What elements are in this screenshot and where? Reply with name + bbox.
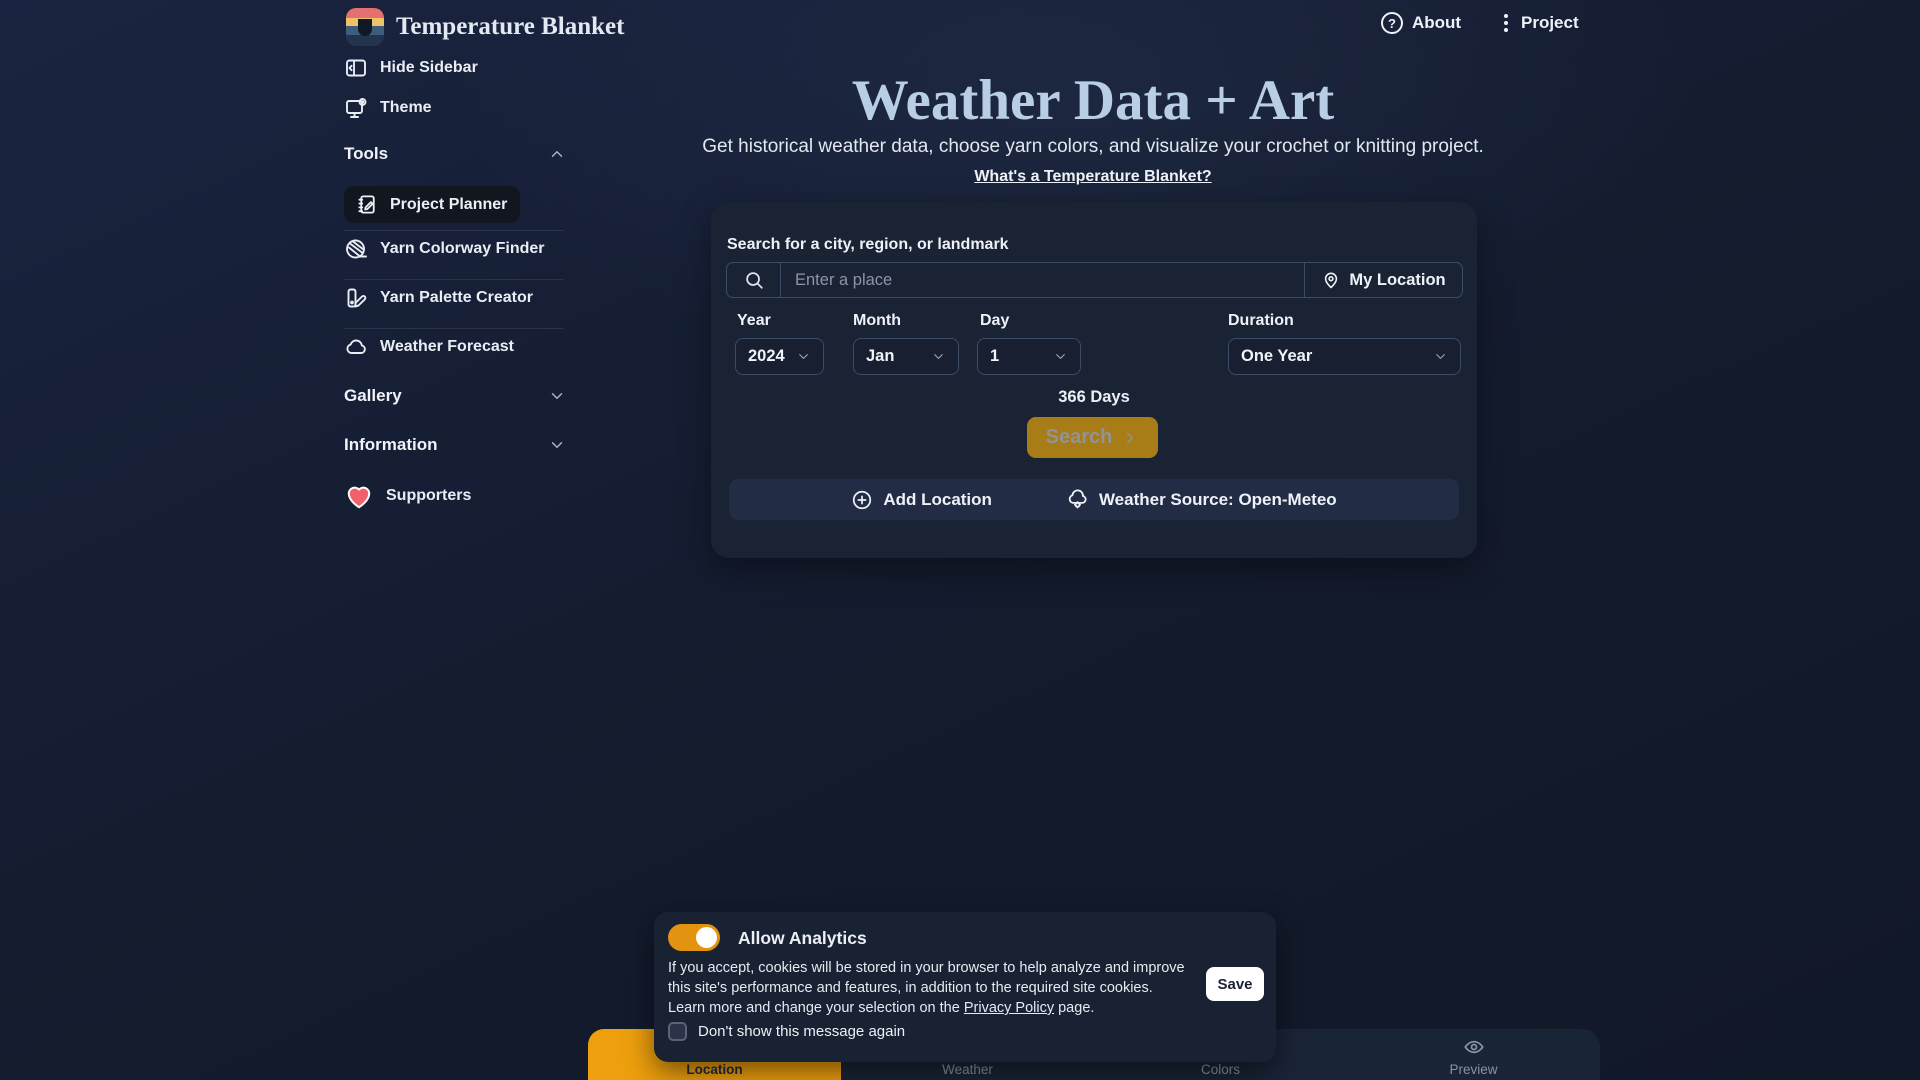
save-button[interactable]: Save [1206, 967, 1264, 1001]
month-label: Month [853, 312, 901, 330]
month-value: Jan [866, 347, 894, 366]
page-subtitle: Get historical weather data, choose yarn… [560, 136, 1626, 158]
chevron-down-icon [796, 349, 811, 364]
duration-value: One Year [1241, 347, 1312, 366]
cookie-message: If you accept, cookies will be stored in… [668, 958, 1188, 1018]
sidebar-item-supporters[interactable]: Supporters [344, 481, 566, 511]
yarn-ball-icon [344, 237, 368, 261]
place-search-input[interactable] [781, 263, 1304, 297]
palette-icon [344, 286, 368, 310]
duration-select[interactable]: One Year [1228, 338, 1461, 375]
cloud-gear-icon [1066, 488, 1089, 511]
brand: Temperature Blanket [346, 8, 624, 46]
chevron-down-icon [548, 436, 566, 454]
divider [344, 279, 564, 280]
theme-label: Theme [380, 99, 432, 117]
search-icon [743, 269, 765, 291]
weather-source-button[interactable]: Weather Source: Open-Meteo [1066, 488, 1337, 511]
sidebar-item-weather-forecast[interactable]: Weather Forecast [344, 335, 566, 359]
chevron-down-icon [548, 387, 566, 405]
divider [344, 230, 564, 231]
sidebar-item-label: Yarn Colorway Finder [380, 240, 544, 258]
day-label: Day [980, 312, 1009, 330]
eye-icon [1463, 1036, 1485, 1058]
allow-analytics-toggle[interactable] [668, 924, 720, 951]
allow-analytics-label: Allow Analytics [738, 928, 867, 949]
place-search-row: My Location [726, 262, 1463, 298]
search-button-label: Search [1046, 426, 1113, 449]
circle-plus-icon [851, 489, 873, 511]
page-title: Weather Data + Art [560, 68, 1626, 133]
year-value: 2024 [748, 347, 785, 366]
tab-label: Location [686, 1062, 742, 1077]
tab-label: Weather [942, 1062, 993, 1077]
duration-label: Duration [1228, 312, 1294, 330]
information-section-toggle[interactable]: Information [344, 435, 566, 455]
search-button[interactable]: Search [1027, 417, 1158, 458]
search-submit-cell[interactable] [727, 263, 781, 297]
project-label: Project [1521, 13, 1579, 33]
year-label: Year [737, 312, 771, 330]
dont-show-again-checkbox[interactable] [668, 1022, 687, 1041]
chevron-down-icon [931, 349, 946, 364]
theme-icon [344, 96, 368, 120]
chevron-down-icon [1433, 349, 1448, 364]
month-select[interactable]: Jan [853, 338, 959, 375]
day-select[interactable]: 1 [977, 338, 1081, 375]
dont-show-again-row[interactable]: Don't show this message again [668, 1022, 905, 1041]
app-title: Temperature Blanket [396, 13, 624, 41]
map-pin-icon [1321, 270, 1341, 290]
chevron-right-icon [1121, 429, 1139, 447]
sidebar-item-yarn-colorway-finder[interactable]: Yarn Colorway Finder [344, 237, 566, 261]
tools-section-label: Tools [344, 144, 388, 164]
project-menu-button[interactable]: Project [1500, 12, 1579, 34]
dont-show-again-label: Don't show this message again [698, 1023, 905, 1040]
theme-button[interactable]: Theme [344, 96, 566, 120]
heart-icon [344, 481, 374, 511]
my-location-label: My Location [1349, 271, 1445, 290]
sidebar-item-yarn-palette-creator[interactable]: Yarn Palette Creator [344, 286, 566, 310]
whats-a-temperature-blanket-link[interactable]: What's a Temperature Blanket? [974, 168, 1211, 185]
gallery-section-toggle[interactable]: Gallery [344, 386, 566, 406]
hide-sidebar-label: Hide Sidebar [380, 59, 478, 77]
sidebar-item-label: Yarn Palette Creator [380, 289, 533, 307]
information-section-label: Information [344, 435, 438, 455]
chevron-down-icon [1053, 349, 1068, 364]
hide-sidebar-icon [344, 56, 368, 80]
question-icon: ? [1381, 12, 1403, 34]
tab-label: Colors [1201, 1062, 1240, 1077]
notebook-pencil-icon [356, 193, 379, 216]
day-value: 1 [990, 347, 999, 366]
tab-label: Preview [1449, 1062, 1497, 1077]
app-root: Temperature Blanket ? About Project Hide… [0, 0, 1920, 1080]
whats-a-temperature-blanket-link-row: What's a Temperature Blanket? [560, 168, 1626, 186]
panel-footer-bar: Add Location Weather Source: Open-Meteo [729, 479, 1459, 520]
year-select[interactable]: 2024 [735, 338, 824, 375]
about-button[interactable]: ? About [1381, 12, 1461, 34]
sidebar-item-label: Weather Forecast [380, 338, 514, 356]
add-location-label: Add Location [883, 490, 992, 510]
cloud-icon [344, 335, 368, 359]
cookie-message-text-after: page. [1054, 1000, 1094, 1016]
add-location-button[interactable]: Add Location [851, 489, 992, 511]
cookie-banner: Allow Analytics If you accept, cookies w… [654, 912, 1276, 1062]
sidebar-item-project-planner[interactable]: Project Planner [344, 186, 520, 223]
app-logo-icon [346, 8, 384, 46]
days-count: 366 Days [711, 388, 1477, 407]
cookie-message-text: If you accept, cookies will be stored in… [668, 960, 1185, 1016]
supporters-label: Supporters [386, 487, 471, 505]
search-panel-label: Search for a city, region, or landmark [727, 236, 1009, 254]
sidebar-item-label: Project Planner [390, 196, 507, 214]
about-label: About [1412, 13, 1461, 33]
privacy-policy-link[interactable]: Privacy Policy [964, 1000, 1054, 1016]
my-location-button[interactable]: My Location [1304, 263, 1462, 297]
hide-sidebar-button[interactable]: Hide Sidebar [344, 56, 566, 80]
toggle-knob [696, 927, 717, 948]
gallery-section-label: Gallery [344, 386, 402, 406]
tools-section-toggle[interactable]: Tools [344, 144, 566, 164]
weather-source-label: Weather Source: Open-Meteo [1099, 490, 1337, 510]
divider [344, 328, 564, 329]
tab-preview[interactable]: Preview [1347, 1029, 1600, 1080]
kebab-menu-icon [1500, 12, 1512, 34]
